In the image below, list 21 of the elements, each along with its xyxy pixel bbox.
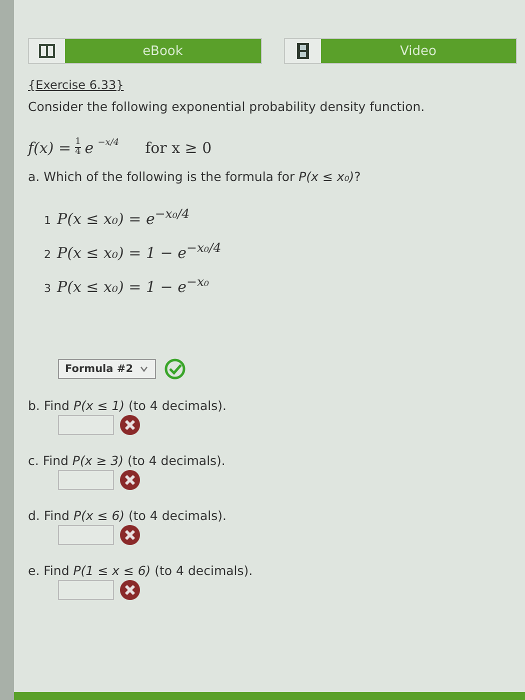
intro-text: Consider the following exponential probability density function.: [28, 99, 426, 114]
book-icon: [39, 44, 55, 58]
exercise-link[interactable]: {Exercise 6.33}: [28, 78, 124, 92]
option-number: 2: [44, 248, 51, 261]
answer-field[interactable]: [58, 580, 114, 600]
film-strip-icon: [296, 43, 308, 59]
option-formula: P(x ≤ x₀) = 1 − e$^{−x₀/4}$: [57, 240, 222, 262]
option-number: 1: [44, 214, 51, 227]
question-text: a. Which of the following is the formula for P(x ≤ x₀)?: [28, 169, 362, 184]
option-formula: P(x ≤ x₀) = e$^{−x₀/4}$: [57, 206, 190, 228]
question-text: d. Find P(x ≤ 6) (to 4 decimals).: [28, 508, 228, 523]
option-formula: P(x ≤ x₀) = 1 − e$^{−x₀}$: [57, 274, 210, 296]
option-number: 3: [44, 282, 51, 295]
answer-field[interactable]: [58, 525, 114, 545]
answer-field[interactable]: [58, 415, 114, 435]
answer-dropdown[interactable]: Formula #2: [58, 359, 156, 379]
caret-icon: [139, 364, 149, 374]
question-text: b. Find P(x ≤ 1) (to 4 decimals).: [28, 398, 228, 413]
question-text: e. Find P(1 ≤ x ≤ 6) (to 4 decimals).: [28, 563, 254, 578]
answer-field[interactable]: [58, 470, 114, 490]
question-text: c. Find P(x ≥ 3) (to 4 decimals).: [28, 453, 226, 468]
